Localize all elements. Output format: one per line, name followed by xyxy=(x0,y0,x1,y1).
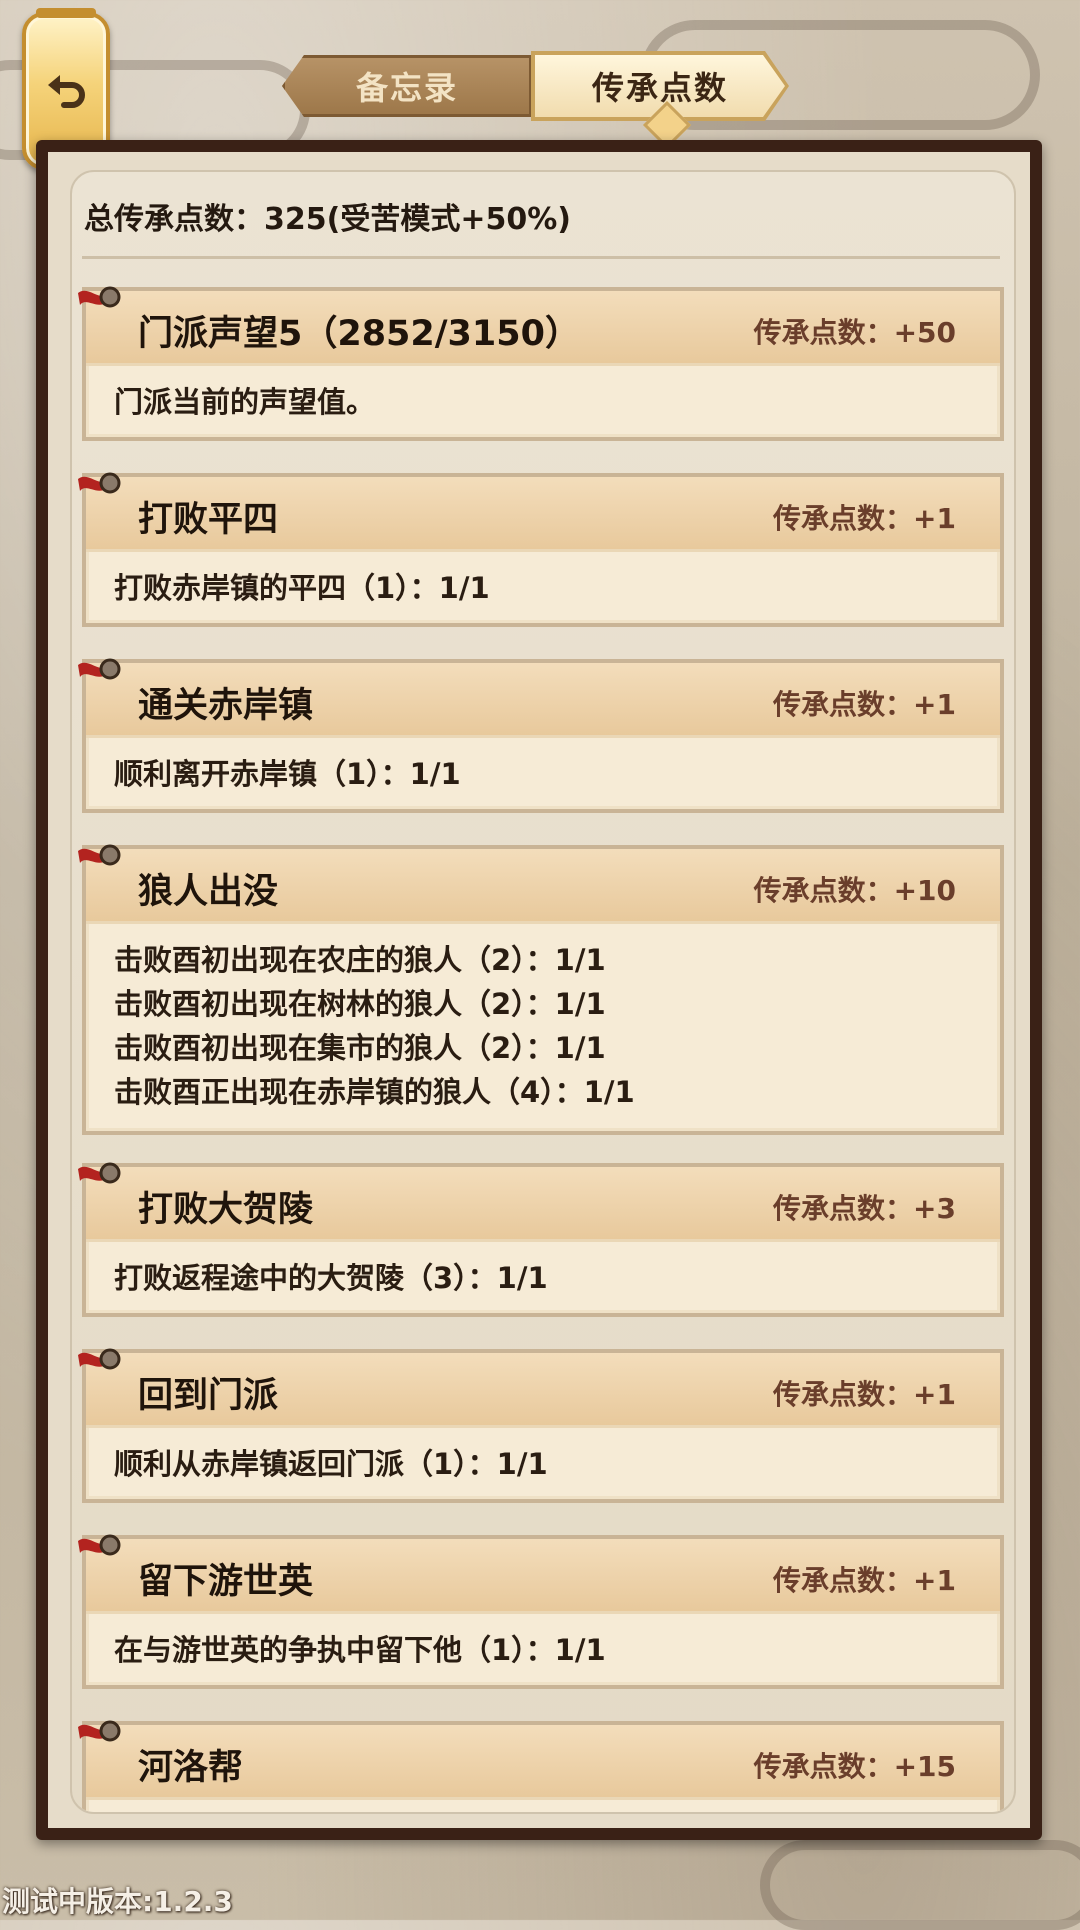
back-arrow-icon xyxy=(48,75,85,108)
card-line: 在与游世英的争执中留下他（1）：1/1 xyxy=(114,1633,606,1667)
tab-memo[interactable]: 备忘录 xyxy=(282,55,532,117)
card-header: 打败大贺陵 传承点数：+3 xyxy=(78,1162,1000,1242)
card-header: 打败平四 传承点数：+1 xyxy=(78,472,1000,552)
card-header: 河洛帮 传承点数：+15 xyxy=(78,1720,1000,1800)
card-body: 在与游世英的争执中留下他（1）：1/1 xyxy=(86,1614,1000,1688)
achievement-card: 门派声望5（2852/3150） 传承点数：+50 门派当前的声望值。 xyxy=(78,286,1004,441)
achievement-card: 狼人出没 传承点数：+10 击败酉初出现在农庄的狼人（2）：1/1 击败酉初出现… xyxy=(78,844,1004,1135)
card-header: 门派声望5（2852/3150） 传承点数：+50 xyxy=(78,286,1000,366)
card-header: 回到门派 传承点数：+1 xyxy=(78,1348,1000,1428)
card-line: 击败酉初出现在农庄的狼人（2）：1/1 xyxy=(114,943,606,977)
card-points: 传承点数：+10 xyxy=(753,874,956,907)
card-title: 打败平四 xyxy=(138,500,279,540)
card-body: 门派当前的声望值。 xyxy=(86,366,1000,440)
card-body: 打败返程途中的大贺陵（3）：1/1 xyxy=(86,1242,1000,1316)
total-points: 总传承点数：325(受苦模式+50%) xyxy=(84,202,571,237)
card-body: 顺利从赤岸镇返回门派（1）：1/1 xyxy=(86,1428,1000,1502)
card-line: 顺利从赤岸镇返回门派（1）：1/1 xyxy=(114,1447,548,1481)
card-points: 传承点数：+1 xyxy=(773,1564,956,1597)
card-line: 顺利离开赤岸镇（1）：1/1 xyxy=(114,757,461,791)
card-header: 留下游世英 传承点数：+1 xyxy=(78,1534,1000,1614)
achievement-card: 打败大贺陵 传承点数：+3 打败返程途中的大贺陵（3）：1/1 xyxy=(78,1162,1004,1317)
card-points: 传承点数：+15 xyxy=(753,1750,956,1783)
card-points: 传承点数：+1 xyxy=(773,502,956,535)
card-points: 传承点数：+1 xyxy=(773,688,956,721)
tab-points-label: 传承点数 xyxy=(591,69,728,107)
card-line: 击败酉初出现在集市的狼人（2）：1/1 xyxy=(114,1031,606,1065)
points-panel[interactable]: 总传承点数：325(受苦模式+50%) 门派声望5（2852/3150） 传承点… xyxy=(70,170,1016,1814)
card-line: 门派当前的声望值。 xyxy=(114,385,376,419)
card-header: 通关赤岸镇 传承点数：+1 xyxy=(78,658,1000,738)
card-body: 顺利离开赤岸镇（1）：1/1 xyxy=(86,738,1000,812)
card-title: 通关赤岸镇 xyxy=(138,686,314,726)
ribbon-icon xyxy=(78,286,121,308)
card-body xyxy=(86,1800,1000,1812)
card-title: 门派声望5（2852/3150） xyxy=(138,314,580,354)
ribbon-icon xyxy=(78,1534,121,1556)
card-title: 狼人出没 xyxy=(138,872,279,912)
achievement-card: 通关赤岸镇 传承点数：+1 顺利离开赤岸镇（1）：1/1 xyxy=(78,658,1004,813)
ribbon-icon xyxy=(78,658,121,680)
card-header: 狼人出没 传承点数：+10 xyxy=(78,844,1000,924)
card-title: 回到门派 xyxy=(138,1376,279,1416)
card-line: 击败酉正出现在赤岸镇的狼人（4）：1/1 xyxy=(114,1075,635,1109)
achievement-card: 回到门派 传承点数：+1 顺利从赤岸镇返回门派（1）：1/1 xyxy=(78,1348,1004,1503)
card-line: 打败赤岸镇的平四（1）：1/1 xyxy=(114,571,490,605)
card-points: 传承点数：+50 xyxy=(753,316,956,349)
card-body: 击败酉初出现在农庄的狼人（2）：1/1 击败酉初出现在树林的狼人（2）：1/1 … xyxy=(86,924,1000,1130)
card-points: 传承点数：+3 xyxy=(773,1192,956,1225)
card-line: 击败酉初出现在树林的狼人（2）：1/1 xyxy=(114,987,606,1021)
card-title: 留下游世英 xyxy=(138,1562,314,1602)
card-points: 传承点数：+1 xyxy=(773,1378,956,1411)
card-title: 河洛帮 xyxy=(138,1748,244,1788)
ribbon-icon xyxy=(78,844,121,866)
ribbon-icon xyxy=(78,1348,121,1370)
ribbon-icon xyxy=(78,472,121,494)
card-body: 打败赤岸镇的平四（1）：1/1 xyxy=(86,552,1000,626)
background-cloud-decor xyxy=(760,1840,1080,1930)
achievement-card: 打败平四 传承点数：+1 打败赤岸镇的平四（1）：1/1 xyxy=(78,472,1004,627)
card-title: 打败大贺陵 xyxy=(138,1190,314,1230)
divider xyxy=(82,256,1000,259)
version-label: 测试中版本:1.2.3 xyxy=(2,1885,233,1918)
tab-memo-label: 备忘录 xyxy=(355,69,458,107)
achievement-card: 河洛帮 传承点数：+15 xyxy=(78,1720,1004,1812)
card-line: 打败返程途中的大贺陵（3）：1/1 xyxy=(114,1261,548,1295)
achievement-card: 留下游世英 传承点数：+1 在与游世英的争执中留下他（1）：1/1 xyxy=(78,1534,1004,1689)
ribbon-icon xyxy=(78,1162,121,1184)
ribbon-icon xyxy=(78,1720,121,1742)
